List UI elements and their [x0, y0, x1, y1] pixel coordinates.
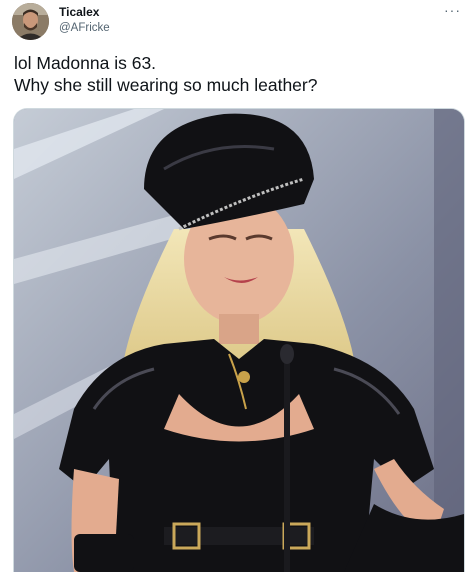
tweet-text: lol Madonna is 63. Why she still wearing… — [14, 52, 459, 96]
author-handle[interactable]: @AFricke — [59, 22, 110, 34]
more-options-icon[interactable]: ··· — [444, 2, 461, 18]
photo-madonna-illustration — [14, 109, 464, 572]
tweet-photo[interactable] — [13, 108, 465, 572]
avatar[interactable] — [12, 3, 49, 40]
tweet-text-line: lol Madonna is 63. — [14, 53, 157, 73]
tweet-text-line: Why she still wearing so much leather? — [14, 75, 318, 95]
author-name[interactable]: Ticalex — [59, 5, 99, 19]
tweet-card[interactable]: Ticalex @AFricke ··· lol Madonna is 63. … — [0, 0, 471, 572]
user-avatar-icon — [12, 3, 49, 40]
